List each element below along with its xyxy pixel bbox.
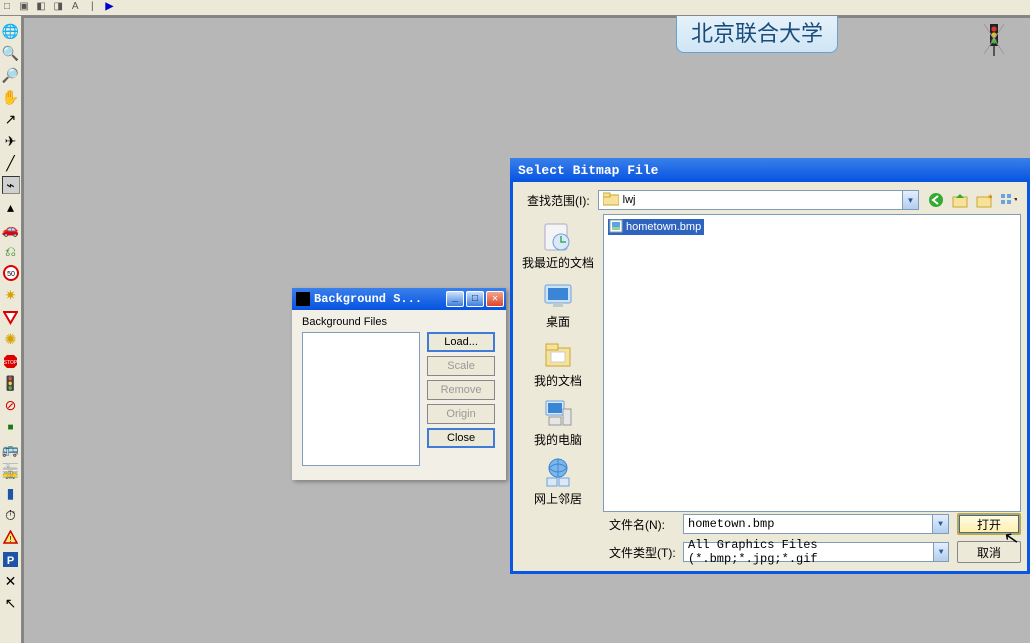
look-in-combo[interactable]: lwj ▼ <box>598 190 919 210</box>
file-open-dialog: Select Bitmap File 查找范围(I): lwj ▼ ✶ 我最近的… <box>510 158 1030 574</box>
place-desktop[interactable]: 桌面 <box>541 277 575 332</box>
scale-button: Scale <box>427 356 495 376</box>
place-computer[interactable]: 我的电脑 <box>534 395 582 450</box>
dropdown-icon[interactable]: ▼ <box>932 515 948 533</box>
close-window-button[interactable]: ✕ <box>486 291 504 307</box>
stop-icon[interactable]: STOP <box>2 352 20 370</box>
pointer-icon[interactable]: ▴ <box>2 198 20 216</box>
close-button[interactable]: Close <box>427 428 495 448</box>
filetype-value: All Graphics Files (*.bmp;*.jpg;*.gif <box>688 538 933 566</box>
play-icon[interactable]: ▶ <box>102 1 116 15</box>
bmp-file-icon <box>609 219 623 236</box>
file-dialog-titlebar[interactable]: Select Bitmap File <box>510 158 1030 182</box>
folder-icon <box>603 192 619 209</box>
background-files-listbox[interactable] <box>302 332 420 466</box>
org-banner: 北京联合大学 <box>676 16 838 53</box>
side-toolbar: 🌐 🔍 🔎 ✋ ↗ ✈ ╱ ⌁ ▴ 🚗 ⎌ 50 ✷ ✺ STOP 🚦 ⊘ ■ … <box>0 16 22 643</box>
file-dialog-title: Select Bitmap File <box>518 163 658 178</box>
top-toolbar: □ ▣ ◧ ◨ A | ▶ <box>0 0 1030 16</box>
spark-icon[interactable]: ✷ <box>2 286 20 304</box>
background-settings-dialog: Background S... _ □ ✕ Background Files L… <box>292 288 506 480</box>
pointer2-icon[interactable]: ↖ <box>2 594 20 612</box>
file-item-selected[interactable]: hometown.bmp <box>608 219 704 235</box>
filename-value: hometown.bmp <box>688 517 774 531</box>
zoom-out-icon[interactable]: 🔎 <box>2 66 20 84</box>
plane-icon[interactable]: ✈ <box>2 132 20 150</box>
traffic-light-icon[interactable]: 🚦 <box>2 374 20 392</box>
toolbar-icon[interactable]: □ <box>0 1 14 15</box>
filetype-combo[interactable]: All Graphics Files (*.bmp;*.jpg;*.gif ▼ <box>683 542 949 562</box>
car-icon[interactable]: 🚗 <box>2 220 20 238</box>
yield-icon[interactable] <box>2 308 20 326</box>
arrow-icon[interactable]: ↗ <box>2 110 20 128</box>
origin-button: Origin <box>427 404 495 424</box>
open-button[interactable]: 打开 <box>957 513 1021 535</box>
globe-icon[interactable]: 🌐 <box>2 22 20 40</box>
places-bar: 我最近的文档 桌面 我的文档 我的电脑 网上邻居 <box>513 214 603 512</box>
look-in-label: 查找范围(I): <box>527 192 590 209</box>
speed-limit-icon[interactable]: 50 <box>2 264 20 282</box>
toolbar-icon[interactable]: ▣ <box>17 1 31 15</box>
filename-input[interactable]: hometown.bmp ▼ <box>683 514 949 534</box>
dialog-icon <box>296 292 310 306</box>
back-icon[interactable] <box>927 191 945 209</box>
place-network[interactable]: 网上邻居 <box>534 454 582 509</box>
cross-icon[interactable]: ✕ <box>2 572 20 590</box>
svg-text:P: P <box>7 555 14 567</box>
route-icon[interactable]: ⎌ <box>2 242 20 260</box>
svg-text:!: ! <box>9 535 11 544</box>
spark2-icon[interactable]: ✺ <box>2 330 20 348</box>
sign-icon[interactable]: ■ <box>2 418 20 436</box>
dropdown-icon[interactable]: ▼ <box>933 543 948 561</box>
look-in-value: lwj <box>623 194 636 206</box>
warning-icon[interactable]: ! <box>2 528 20 546</box>
timer-icon[interactable]: ⏱ <box>2 506 20 524</box>
maximize-button[interactable]: □ <box>466 291 484 307</box>
file-item-name: hometown.bmp <box>626 221 701 233</box>
filename-label: 文件名(N): <box>603 516 683 533</box>
toolbar-icon[interactable]: ◨ <box>51 1 65 15</box>
svg-text:50: 50 <box>7 271 15 278</box>
filetype-label: 文件类型(T): <box>603 544 683 561</box>
pan-icon[interactable]: ✋ <box>2 88 20 106</box>
svg-text:STOP: STOP <box>4 360 18 366</box>
toolbar-icon[interactable]: A <box>68 1 82 15</box>
tram-icon[interactable]: 🚋 <box>2 462 20 480</box>
place-documents[interactable]: 我的文档 <box>534 336 582 391</box>
views-icon[interactable] <box>999 191 1017 209</box>
remove-button: Remove <box>427 380 495 400</box>
slash-icon[interactable]: ╱ <box>2 154 20 172</box>
toolbar-icon[interactable]: ◧ <box>34 1 48 15</box>
no-entry-icon[interactable]: ⊘ <box>2 396 20 414</box>
blue-bar-icon[interactable]: ▮ <box>2 484 20 502</box>
place-recent[interactable]: 我最近的文档 <box>522 218 594 273</box>
load-button[interactable]: Load... <box>427 332 495 352</box>
dialog-title: Background S... <box>314 292 422 306</box>
zoom-in-icon[interactable]: 🔍 <box>2 44 20 62</box>
minimize-button[interactable]: _ <box>446 291 464 307</box>
file-list[interactable]: hometown.bmp <box>603 214 1021 512</box>
up-icon[interactable] <box>951 191 969 209</box>
new-folder-icon[interactable]: ✶ <box>975 191 993 209</box>
toolbar-divider: | <box>85 1 99 15</box>
cancel-button[interactable]: 取消 <box>957 541 1021 563</box>
road-icon[interactable]: ⌁ <box>2 176 20 194</box>
bus-icon[interactable]: 🚌 <box>2 440 20 458</box>
dialog-titlebar[interactable]: Background S... _ □ ✕ <box>292 288 506 310</box>
background-files-label: Background Files <box>302 316 500 328</box>
parking-icon[interactable]: P <box>2 550 20 568</box>
traffic-light-sprite <box>984 24 1004 54</box>
svg-text:✶: ✶ <box>987 192 992 202</box>
dropdown-icon[interactable]: ▼ <box>902 191 918 209</box>
